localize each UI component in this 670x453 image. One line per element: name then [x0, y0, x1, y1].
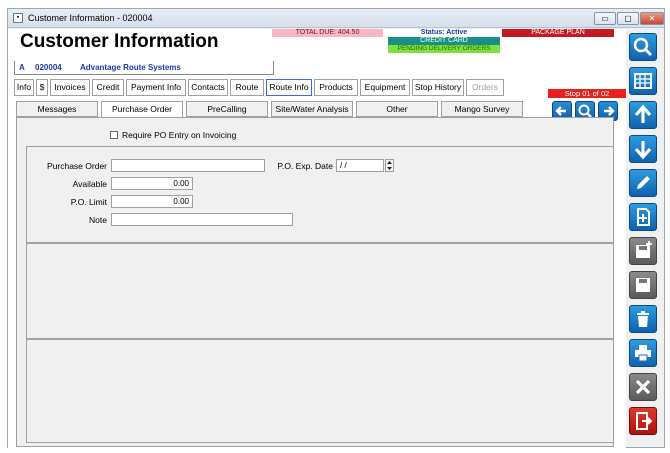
title-bar: ▪ Customer Information - 020004 ▭ ▢ ✕ — [8, 9, 664, 28]
po-history-section — [26, 339, 614, 443]
close-x-icon — [635, 379, 651, 395]
window-title: Customer Information - 020004 — [28, 13, 153, 23]
print-icon — [635, 345, 651, 362]
tab-route-info[interactable]: Route Info — [266, 79, 312, 96]
package-plan-badge: PACKAGE PLAN — [502, 29, 614, 37]
require-po-row[interactable]: Require PO Entry on Invoicing — [110, 130, 236, 140]
require-po-label: Require PO Entry on Invoicing — [122, 130, 237, 140]
exit-button[interactable] — [629, 407, 657, 435]
require-po-checkbox[interactable] — [110, 131, 118, 139]
disk-new-icon — [636, 241, 652, 258]
tab-site-water-analysis[interactable]: Site/Water Analysis — [271, 101, 353, 117]
print-button[interactable] — [629, 339, 657, 367]
tab-orders: Orders — [466, 79, 504, 96]
purchase-order-label: Purchase Order — [47, 161, 107, 171]
note-field[interactable] — [111, 213, 293, 226]
tab-equipment[interactable]: Equipment — [360, 79, 410, 96]
available-label: Available — [72, 179, 107, 189]
account-number: 020004 — [35, 63, 62, 72]
new-record-button[interactable] — [629, 203, 657, 231]
save-new-button[interactable] — [629, 237, 657, 265]
tab-dollar[interactable]: $ — [36, 79, 48, 96]
move-down-button[interactable] — [629, 135, 657, 163]
arrow-down-icon — [634, 141, 652, 160]
po-exp-date-label: P.O. Exp. Date — [277, 161, 333, 171]
po-exp-date-field[interactable]: / / — [336, 159, 384, 172]
tab-invoices[interactable]: Invoices — [50, 79, 90, 96]
tab-credit[interactable]: Credit — [92, 79, 124, 96]
pencil-icon — [637, 176, 650, 189]
po-detail-section — [26, 243, 614, 339]
tab-mango-survey[interactable]: Mango Survey — [441, 101, 523, 117]
tab-payment-info[interactable]: Payment Info — [126, 79, 186, 96]
po-limit-field[interactable]: 0.00 — [111, 195, 193, 208]
maximize-button[interactable]: ▢ — [617, 12, 639, 25]
spinner-arrows-icon — [387, 161, 392, 170]
search-button[interactable] — [629, 33, 657, 61]
purchase-order-field[interactable] — [111, 159, 265, 172]
tab-products[interactable]: Products — [314, 79, 358, 96]
customer-information-window: ▪ Customer Information - 020004 ▭ ▢ ✕ TO… — [7, 8, 665, 449]
tab-precalling[interactable]: PreCalling — [186, 101, 268, 117]
payment-method-badge: CREDIT CARD — [388, 37, 500, 45]
tab-messages[interactable]: Messages — [16, 101, 98, 117]
note-label: Note — [89, 215, 107, 225]
tab-other[interactable]: Other — [356, 101, 438, 117]
total-due-badge: TOTAL DUE: 404.50 — [272, 29, 383, 37]
trash-icon — [637, 311, 649, 327]
search-icon — [633, 37, 653, 57]
page-title: Customer Information — [20, 31, 219, 52]
available-field: 0.00 — [111, 177, 193, 190]
arrow-up-icon — [634, 104, 652, 123]
close-button[interactable]: ✕ — [640, 12, 664, 25]
delete-button[interactable] — [629, 305, 657, 333]
new-document-icon — [637, 208, 650, 226]
account-code: A — [19, 63, 25, 72]
stop-indicator: Stop 01 of 02 — [548, 89, 626, 98]
save-button[interactable] — [629, 271, 657, 299]
account-name: Advantage Route Systems — [79, 63, 181, 72]
date-spinner[interactable] — [385, 159, 394, 172]
account-bar: A 020004 Advantage Route Systems — [14, 61, 274, 75]
disk-icon — [636, 278, 650, 292]
tab-route[interactable]: Route — [230, 79, 264, 96]
po-limit-label: P.O. Limit — [70, 197, 107, 207]
exit-icon — [636, 412, 653, 430]
cancel-button[interactable] — [629, 373, 657, 401]
grid-icon — [634, 73, 652, 89]
pending-orders-badge: PENDING DELIVERY ORDERS — [388, 45, 500, 53]
purchase-order-panel: Require PO Entry on Invoicing Purchase O… — [16, 117, 614, 447]
status-badge: Status: Active — [420, 29, 468, 36]
grid-button[interactable] — [629, 67, 657, 95]
app-icon[interactable]: ▪ — [13, 13, 23, 23]
po-form-section: Purchase Order Available 0.00 P.O. Limit… — [26, 146, 614, 243]
tab-info[interactable]: Info — [14, 79, 34, 96]
move-up-button[interactable] — [629, 101, 657, 129]
tab-contacts[interactable]: Contacts — [188, 79, 228, 96]
tab-stop-history[interactable]: Stop History — [412, 79, 464, 96]
edit-button[interactable] — [629, 169, 657, 197]
main-content: TOTAL DUE: 404.50 Status: Active CREDIT … — [8, 29, 626, 449]
minimize-button[interactable]: ▭ — [594, 12, 616, 25]
